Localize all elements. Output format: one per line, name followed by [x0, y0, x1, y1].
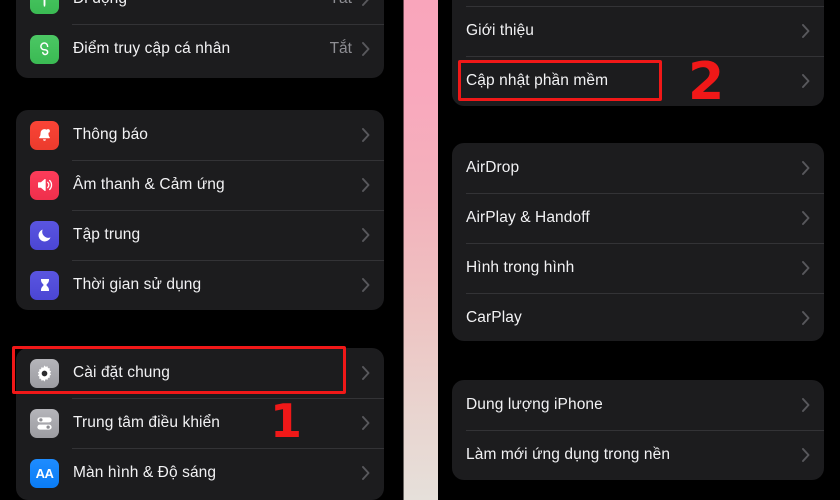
chevron-right-icon: [362, 416, 370, 430]
list-item-label: Cập nhật phần mềm: [466, 72, 609, 89]
list-item-sounds-haptics[interactable]: Âm thanh & Cảm ứng: [16, 160, 384, 210]
list-item-software-update[interactable]: Cập nhật phần mềm: [452, 56, 824, 106]
list-item-airplay-handoff[interactable]: AirPlay & Handoff: [452, 193, 824, 243]
list-item-label: Thông báo: [73, 126, 149, 143]
control-center-icon: [30, 408, 59, 438]
connectivity-group: Di động Tắt Điểm truy cập cá nhân Tắt: [16, 0, 384, 78]
chevron-right-icon: [362, 128, 370, 142]
chevron-right-icon: [802, 161, 810, 175]
general-group: Cài đặt chung Trung tâm điều khiển AA Mà…: [16, 348, 384, 500]
right-settings-screen: Giới thiệu Cập nhật phần mềm AirDrop Air…: [438, 0, 840, 500]
list-item-carplay[interactable]: CarPlay: [452, 293, 824, 341]
gear-icon: [30, 358, 59, 388]
speaker-icon: [30, 170, 59, 200]
display-brightness-icon: AA: [30, 458, 59, 488]
list-item-label: Trung tâm điều khiển: [73, 414, 221, 431]
chevron-right-icon: [362, 366, 370, 380]
list-item-label: Điểm truy cập cá nhân: [73, 40, 231, 57]
list-item-about[interactable]: Giới thiệu: [452, 6, 824, 56]
cellular-icon: [30, 0, 59, 14]
list-item-airdrop[interactable]: AirDrop: [452, 143, 824, 193]
list-item-iphone-storage[interactable]: Dung lượng iPhone: [452, 380, 824, 430]
list-item-label: Giới thiệu: [466, 22, 535, 39]
moon-icon: [30, 220, 59, 250]
personal-hotspot-icon: [30, 34, 59, 64]
screenshot-root: Di động Tắt Điểm truy cập cá nhân Tắt: [0, 0, 840, 500]
list-item-label: Dung lượng iPhone: [466, 396, 603, 413]
list-item-focus[interactable]: Tập trung: [16, 210, 384, 260]
list-item-value: Tắt: [329, 40, 352, 57]
list-item-display-brightness[interactable]: AA Màn hình & Độ sáng: [16, 448, 384, 498]
list-item-picture-in-picture[interactable]: Hình trong hình: [452, 243, 824, 293]
chevron-right-icon: [362, 228, 370, 242]
about-group: Giới thiệu Cập nhật phần mềm: [452, 0, 824, 106]
list-item-label: Di động: [73, 0, 330, 8]
chevron-right-icon: [802, 398, 810, 412]
list-item-label: CarPlay: [466, 309, 522, 326]
chevron-right-icon: [362, 178, 370, 192]
list-item-label: Tập trung: [73, 226, 141, 243]
chevron-right-icon: [802, 311, 810, 325]
list-item-label: AirDrop: [466, 159, 520, 176]
chevron-right-icon: [362, 42, 370, 56]
chevron-right-icon: [802, 448, 810, 462]
list-item-control-center[interactable]: Trung tâm điều khiển: [16, 398, 384, 448]
list-item-label: Làm mới ứng dụng trong nền: [466, 446, 671, 463]
chevron-right-icon: [362, 278, 370, 292]
chevron-right-icon: [802, 74, 810, 88]
list-item-general-settings[interactable]: Cài đặt chung: [16, 348, 384, 398]
list-item-label: Âm thanh & Cảm ứng: [73, 176, 225, 193]
hourglass-icon: [30, 270, 59, 300]
chevron-right-icon: [802, 211, 810, 225]
bell-icon: [30, 120, 59, 150]
left-settings-screen: Di động Tắt Điểm truy cập cá nhân Tắt: [0, 0, 404, 500]
chevron-right-icon: [802, 261, 810, 275]
aa-glyph: AA: [35, 465, 54, 481]
panel-divider: [401, 0, 441, 500]
list-item-cellular[interactable]: Di động Tắt: [16, 0, 384, 24]
list-item-notifications[interactable]: Thông báo: [16, 110, 384, 160]
sharing-group: AirDrop AirPlay & Handoff Hình trong hìn…: [452, 143, 824, 341]
list-item-label: AirPlay & Handoff: [466, 209, 590, 226]
chevron-right-icon: [362, 466, 370, 480]
list-item-background-app-refresh[interactable]: Làm mới ứng dụng trong nền: [452, 430, 824, 480]
list-item-value: Tắt: [330, 0, 352, 8]
notifications-group: Thông báo Âm thanh & Cảm ứng Tập trung T…: [16, 110, 384, 310]
storage-group: Dung lượng iPhone Làm mới ứng dụng trong…: [452, 380, 824, 480]
chevron-right-icon: [802, 24, 810, 38]
list-item-label: Thời gian sử dụng: [73, 276, 202, 293]
list-item-personal-hotspot[interactable]: Điểm truy cập cá nhân Tắt: [16, 24, 384, 74]
list-item-label: Cài đặt chung: [73, 364, 170, 381]
list-item-label: Hình trong hình: [466, 259, 575, 276]
list-item-screen-time[interactable]: Thời gian sử dụng: [16, 260, 384, 310]
list-item-label: Màn hình & Độ sáng: [73, 464, 217, 481]
chevron-right-icon: [362, 0, 370, 6]
